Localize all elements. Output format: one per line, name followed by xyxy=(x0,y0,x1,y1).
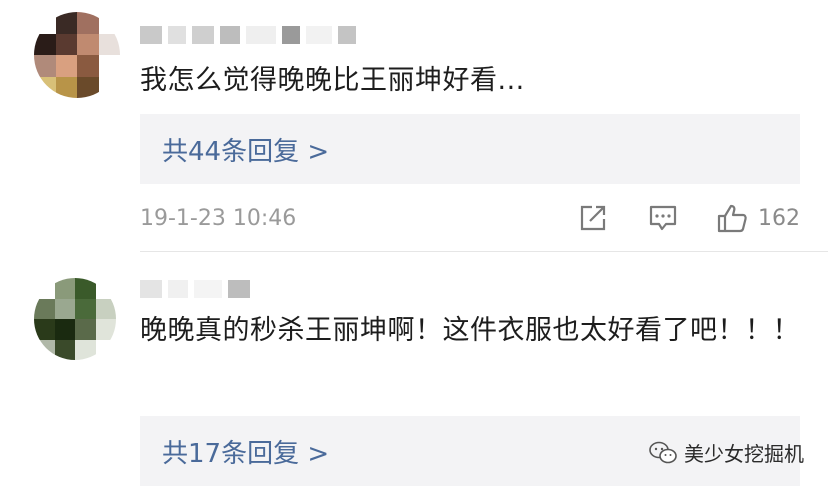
share-icon xyxy=(580,205,606,231)
watermark-label: 美少女挖掘机 xyxy=(684,442,804,466)
replies-box[interactable]: 共44条回复 > xyxy=(140,114,800,184)
view-replies-link[interactable]: 共44条回复 > xyxy=(162,131,329,168)
thumbs-up-icon xyxy=(717,204,747,233)
reply-button[interactable] xyxy=(648,203,678,233)
username-blurred[interactable] xyxy=(140,280,250,298)
comment-text: 晚晚真的秒杀王丽坤啊！这件衣服也太好看了吧！！！ xyxy=(140,315,800,346)
comment-icon xyxy=(649,205,677,231)
comment-1: 我怎么觉得晚晚比王丽坤好看... 共44条回复 > 19-1-23 10:46 xyxy=(0,0,828,252)
avatar[interactable] xyxy=(34,278,116,360)
comment-actions: 162 xyxy=(578,202,800,234)
wechat-icon xyxy=(649,441,677,463)
avatar[interactable] xyxy=(34,12,120,98)
like-button[interactable]: 162 xyxy=(716,202,800,234)
username-blurred[interactable] xyxy=(140,26,356,44)
share-button[interactable] xyxy=(578,203,608,233)
timestamp: 19-1-23 10:46 xyxy=(140,205,297,231)
like-count: 162 xyxy=(758,205,800,231)
comment-meta: 19-1-23 10:46 162 xyxy=(140,200,800,236)
watermark: 美少女挖掘机 xyxy=(648,438,804,467)
view-replies-link[interactable]: 共17条回复 > xyxy=(162,433,329,470)
comment-text: 我怎么觉得晚晚比王丽坤好看... xyxy=(140,65,525,96)
